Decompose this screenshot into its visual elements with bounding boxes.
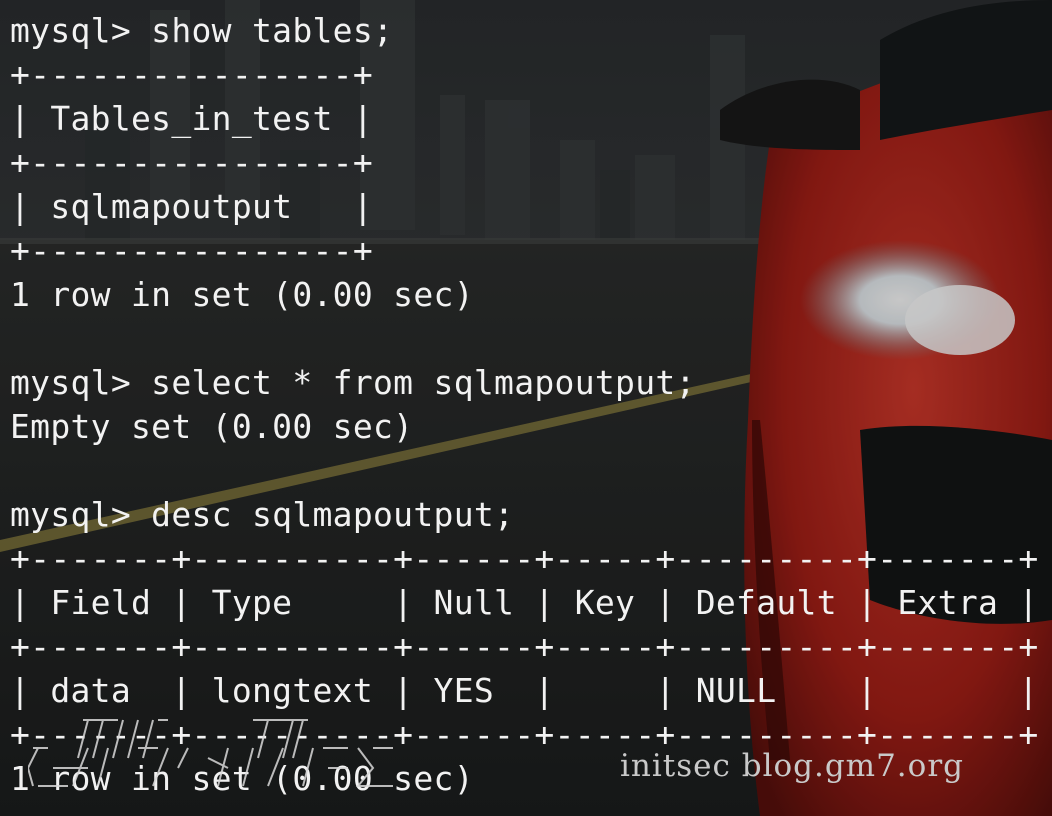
terminal-line: mysql> show tables; — [10, 11, 394, 50]
terminal-window[interactable]: mysql> show tables; +----------------+ | T… — [0, 0, 1052, 816]
terminal-line: mysql> select * from sqlmapoutput; — [10, 363, 696, 402]
terminal-line: +----------------+ — [10, 55, 374, 94]
blog-watermark: initsec blog.gm7.org — [620, 748, 964, 784]
terminal-line: 1 row in set (0.00 sec) — [10, 275, 474, 314]
terminal-line: +-------+----------+------+-----+-------… — [10, 627, 1039, 666]
terminal-line: | Field | Type | Null | Key | Default | … — [10, 583, 1039, 622]
terminal-line: Empty set (0.00 sec) — [10, 407, 414, 446]
terminal-line: | sqlmapoutput | — [10, 187, 374, 226]
terminal-line: mysql> desc sqlmapoutput; — [10, 495, 515, 534]
terminal-line: +----------------+ — [10, 143, 374, 182]
terminal-output[interactable]: mysql> show tables; +----------------+ | T… — [10, 9, 1039, 801]
terminal-line: +-------+----------+------+-----+-------… — [10, 539, 1039, 578]
terminal-line: +----------------+ — [10, 231, 374, 270]
terminal-line: | data | longtext | YES | | NULL | | — [10, 671, 1039, 710]
ascii-logo-watermark — [28, 719, 393, 787]
terminal-line: | Tables_in_test | — [10, 99, 374, 138]
